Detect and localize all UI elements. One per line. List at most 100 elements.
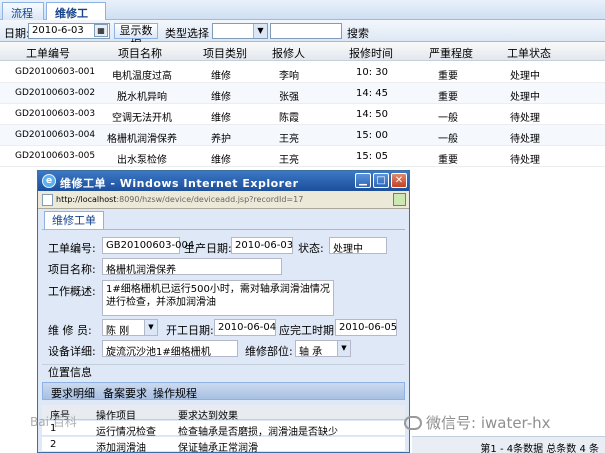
maximize-icon[interactable]: □ bbox=[373, 173, 389, 188]
prod-date-field[interactable]: 2010-06-03 bbox=[231, 237, 293, 254]
table-row[interactable]: GD20100603-005 出水泵检修 维修 王亮 15: 05 重要 待处理 bbox=[0, 146, 605, 167]
cell-status: 处理中 bbox=[510, 71, 540, 82]
go-icon[interactable] bbox=[393, 193, 406, 206]
wechat-watermark: 微信号: iwater-hx bbox=[404, 412, 551, 433]
table-row[interactable]: GD20100603-003 空调无法开机 维修 陈霞 14: 50 一般 待处… bbox=[0, 104, 605, 125]
cell-status: 待处理 bbox=[510, 113, 540, 124]
cell-name: 电机温度过高 bbox=[112, 71, 172, 82]
cell-status: 待处理 bbox=[510, 155, 540, 166]
filter-toolbar: 日期: 2010-6-03 ▦ 显示数据 类型选择 ▼ 搜索 bbox=[0, 20, 605, 51]
cell-category: 维修 bbox=[211, 92, 231, 103]
col-header-effect: 要求达到效果 bbox=[178, 411, 238, 422]
cell-reporter: 陈霞 bbox=[279, 113, 299, 124]
detail-operation: 运行情况检查 bbox=[96, 427, 156, 438]
cell-code: GD20100603-005 bbox=[15, 151, 96, 161]
cell-status: 处理中 bbox=[510, 92, 540, 103]
cell-category: 维修 bbox=[211, 71, 231, 82]
table-row[interactable]: GD20100603-001 电机温度过高 维修 李响 10: 30 重要 处理… bbox=[0, 62, 605, 83]
cell-severity: 重要 bbox=[438, 155, 458, 166]
address-bar[interactable]: http://localhost:8090/hzsw/device/device… bbox=[38, 191, 409, 209]
table-row[interactable]: GD20100603-004 格栅机润滑保养 养护 王亮 15: 00 一般 待… bbox=[0, 125, 605, 146]
cell-reporter: 王亮 bbox=[279, 134, 299, 145]
staff-select[interactable]: 陈 刚 ▼ bbox=[102, 319, 158, 337]
prod-date-label: 生产日期: bbox=[184, 242, 232, 255]
chevron-down-icon: ▼ bbox=[253, 24, 267, 38]
baike-watermark: Bai 百科 bbox=[30, 415, 77, 429]
part-select[interactable]: 轴 承 ▼ bbox=[295, 340, 351, 358]
col-header-severity[interactable]: 严重程度 bbox=[429, 45, 473, 61]
tab-flowchart[interactable]: 流程图 bbox=[2, 2, 44, 36]
calendar-icon[interactable]: ▦ bbox=[94, 24, 108, 37]
detail-tab-bar: 要求明细 备案要求 操作规程 bbox=[42, 382, 405, 400]
code-label: 工单编号: bbox=[48, 242, 96, 255]
code-field[interactable]: GB20100603-004 bbox=[102, 237, 194, 254]
cell-code: GD20100603-001 bbox=[15, 67, 96, 77]
cell-time: 15: 00 bbox=[356, 130, 388, 141]
window-titlebar[interactable]: e 维修工单 - Windows Internet Explorer ▁ □ ✕ bbox=[38, 171, 409, 191]
close-icon[interactable]: ✕ bbox=[391, 173, 407, 188]
due-date-label: 应完工时期: bbox=[279, 324, 338, 337]
cell-severity: 重要 bbox=[438, 92, 458, 103]
type-select[interactable]: ▼ bbox=[212, 23, 268, 39]
tab-repair-order[interactable]: 维修工单× bbox=[46, 2, 106, 36]
staff-label: 维 修 员: bbox=[48, 324, 92, 337]
status-label: 状态: bbox=[298, 242, 324, 255]
list-item[interactable]: 1 运行情况检查 检查轴承是否磨损，润滑油是否缺少 bbox=[42, 421, 405, 438]
address-url[interactable]: http://localhost:8090/hzsw/device/device… bbox=[56, 195, 303, 204]
search-label[interactable]: 搜索 bbox=[347, 25, 369, 41]
cell-reporter: 李响 bbox=[279, 71, 299, 82]
tab-filing[interactable]: 备案要求 bbox=[103, 385, 147, 401]
part-label: 维修部位: bbox=[245, 345, 293, 358]
cell-name: 脱水机异响 bbox=[117, 92, 167, 103]
start-date-field[interactable]: 2010-06-04 bbox=[214, 319, 276, 336]
cell-time: 14: 50 bbox=[356, 109, 388, 120]
status-field[interactable]: 处理中 bbox=[329, 237, 387, 255]
chevron-down-icon: ▼ bbox=[144, 320, 157, 335]
cell-time: 14: 45 bbox=[356, 88, 388, 99]
cell-severity: 一般 bbox=[438, 134, 458, 145]
work-summary-label: 工作概述: bbox=[48, 285, 96, 298]
project-name-field[interactable]: 格栅机润滑保养 bbox=[102, 258, 282, 276]
detail-effect: 保证轴承正常润滑 bbox=[178, 443, 258, 453]
list-item[interactable]: 2 添加润滑油 保证轴承正常润滑 bbox=[42, 437, 405, 453]
cell-name: 格栅机润滑保养 bbox=[107, 134, 177, 145]
col-header-status[interactable]: 工单状态 bbox=[507, 45, 551, 61]
tab-repair-form[interactable]: 维修工单 bbox=[44, 211, 104, 229]
col-header-reporter[interactable]: 报修人 bbox=[272, 45, 305, 61]
url-path: :8090/hzsw/device/deviceadd.jsp?recordId… bbox=[116, 195, 304, 204]
search-input[interactable] bbox=[270, 23, 342, 39]
wechat-icon bbox=[404, 416, 422, 430]
status-bar: 第1 - 4条数据 总条数 4 条 bbox=[412, 436, 605, 453]
project-name-label: 项目名称: bbox=[48, 263, 96, 276]
cell-name: 出水泵检修 bbox=[117, 155, 167, 166]
start-date-label: 开工日期: bbox=[166, 324, 214, 337]
minimize-icon[interactable]: ▁ bbox=[355, 173, 371, 188]
position-info-section[interactable]: 位置信息 bbox=[42, 364, 405, 380]
col-header-operation: 操作项目 bbox=[96, 411, 136, 422]
col-header-time[interactable]: 报修时间 bbox=[349, 45, 393, 61]
cell-code: GD20100603-002 bbox=[15, 88, 96, 98]
device-label: 设备详细: bbox=[48, 345, 96, 358]
col-header-name[interactable]: 项目名称 bbox=[118, 45, 162, 61]
staff-value: 陈 刚 bbox=[106, 326, 130, 337]
ie-icon: e bbox=[42, 174, 56, 188]
col-header-code[interactable]: 工单编号 bbox=[26, 45, 70, 61]
record-count: 第1 - 4条数据 总条数 4 条 bbox=[480, 444, 599, 453]
due-date-field[interactable]: 2010-06-05 bbox=[335, 319, 397, 336]
show-data-button[interactable]: 显示数据 bbox=[114, 23, 158, 51]
cell-status: 待处理 bbox=[510, 134, 540, 145]
table-row[interactable]: GD20100603-002 脱水机异响 维修 张强 14: 45 重要 处理中 bbox=[0, 83, 605, 104]
part-value: 轴 承 bbox=[299, 347, 323, 358]
device-field[interactable]: 旋流沉沙池1#细格栅机 bbox=[102, 340, 238, 358]
cell-severity: 重要 bbox=[438, 71, 458, 82]
col-header-category[interactable]: 项目类别 bbox=[203, 45, 247, 61]
cell-code: GD20100603-004 bbox=[15, 130, 96, 140]
tab-procedures[interactable]: 操作规程 bbox=[153, 385, 197, 401]
work-summary-field[interactable]: 1#细格栅机已运行500小时，需对轴承润滑油情况进行检查，并添加润滑油 bbox=[102, 280, 334, 316]
grid-header: 工单编号 项目名称 项目类别 报修人 报修时间 严重程度 工单状态 bbox=[0, 42, 605, 61]
detail-operation: 添加润滑油 bbox=[96, 443, 146, 453]
url-host: http://localhost bbox=[56, 195, 117, 204]
tab-requirements[interactable]: 要求明细 bbox=[51, 385, 95, 401]
chevron-down-icon: ▼ bbox=[337, 341, 350, 356]
date-label: 日期: bbox=[4, 27, 30, 40]
